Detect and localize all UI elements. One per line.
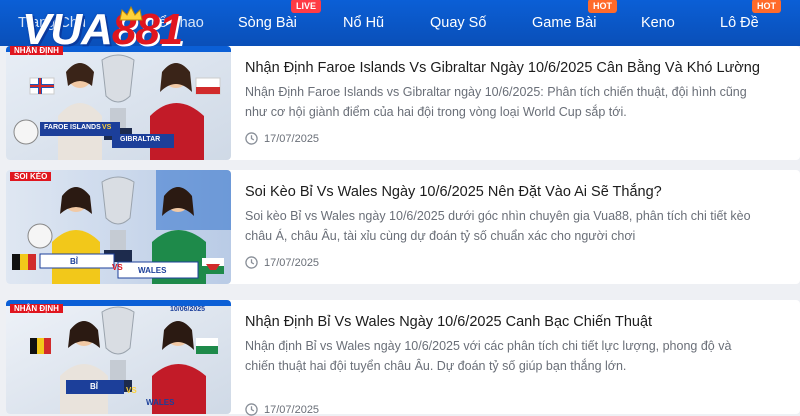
nav-item-slots[interactable]: Nổ Hũ — [343, 0, 384, 46]
nav-item-casino[interactable]: Sòng Bài LIVE — [238, 0, 322, 46]
article-date-text: 17/07/2025 — [264, 132, 320, 145]
thumbnail-vs: VS — [112, 263, 123, 272]
article-card[interactable]: NHẬN ĐỊNH 10/06/2025 BỈ VS WALES Nhận Đị… — [6, 300, 800, 416]
thumbnail-image — [6, 300, 231, 414]
nav-label: Sòng Bài — [238, 15, 297, 31]
thumbnail-tag: SOI KÈO — [10, 172, 52, 181]
article-date-text: 17/07/2025 — [264, 403, 320, 416]
article-excerpt: Nhận định Bỉ vs Wales ngày 10/6/2025 với… — [245, 339, 732, 373]
article-date: 17/07/2025 — [245, 256, 319, 269]
thumbnail-date: 10/06/2025 — [170, 306, 206, 313]
article-title[interactable]: Soi Kèo Bỉ Vs Wales Ngày 10/6/2025 Nên Đ… — [245, 182, 790, 202]
thumbnail-team-b: WALES — [146, 398, 175, 407]
logo-text: VUA — [22, 5, 113, 54]
article-thumbnail[interactable]: NHẬN ĐỊNH 10/06/2025 BỈ VS WALES — [6, 300, 231, 414]
article-title[interactable]: Nhận Định Faroe Islands Vs Gibraltar Ngà… — [245, 58, 790, 78]
article-excerpt: Nhận Định Faroe Islands vs Gibraltar ngà… — [245, 85, 747, 119]
nav-label: Lô Đề — [720, 15, 759, 31]
thumbnail-team-b: WALES — [138, 266, 167, 275]
article-thumbnail[interactable]: NHẬN ĐỊNH FAROE ISLANDS VS GIBRALTAR — [6, 46, 231, 160]
site-logo[interactable]: VUA 88 1 — [22, 2, 184, 58]
nav-item-card-games[interactable]: Game Bài HOT — [532, 0, 617, 46]
article-date: 17/07/2025 — [245, 132, 319, 145]
thumbnail-team-a: FAROE ISLANDS — [44, 124, 101, 131]
thumbnail-image — [6, 46, 231, 160]
thumbnail-team-b: GIBRALTAR — [120, 136, 161, 143]
thumbnail-vs: VS — [102, 124, 112, 131]
logo-number-tail: 1 — [158, 5, 184, 54]
clock-icon — [245, 132, 258, 145]
nav-label: Game Bài — [532, 15, 597, 31]
thumbnail-team-a: BỈ — [70, 257, 78, 266]
live-badge: LIVE — [291, 0, 322, 13]
article-thumbnail[interactable]: SOI KÈO BỈ VS WALES — [6, 170, 231, 284]
nav-item-lode[interactable]: Lô Đề HOT — [720, 0, 781, 46]
crown-icon — [119, 6, 143, 21]
article-date-text: 17/07/2025 — [264, 256, 320, 269]
clock-icon — [245, 403, 258, 416]
article-card[interactable]: SOI KÈO BỈ VS WALES Soi Kèo Bỉ Vs Wales … — [6, 170, 800, 284]
thumbnail-vs: VS — [126, 386, 137, 395]
article-excerpt: Soi kèo Bỉ vs Wales ngày 10/6/2025 dưới … — [245, 209, 751, 243]
article-date: 17/07/2025 — [245, 403, 319, 416]
thumbnail-team-a: BỈ — [90, 382, 98, 391]
hot-badge: HOT — [752, 0, 781, 13]
nav-item-lottery[interactable]: Quay Số — [430, 0, 486, 46]
article-title[interactable]: Nhận Định Bỉ Vs Wales Ngày 10/6/2025 Can… — [245, 312, 790, 332]
thumbnail-tag: NHẬN ĐỊNH — [10, 304, 63, 313]
article-card[interactable]: NHẬN ĐỊNH FAROE ISLANDS VS GIBRALTAR Nhậ… — [6, 46, 800, 160]
nav-item-keno[interactable]: Keno — [641, 0, 675, 46]
clock-icon — [245, 256, 258, 269]
hot-badge: HOT — [588, 0, 617, 13]
